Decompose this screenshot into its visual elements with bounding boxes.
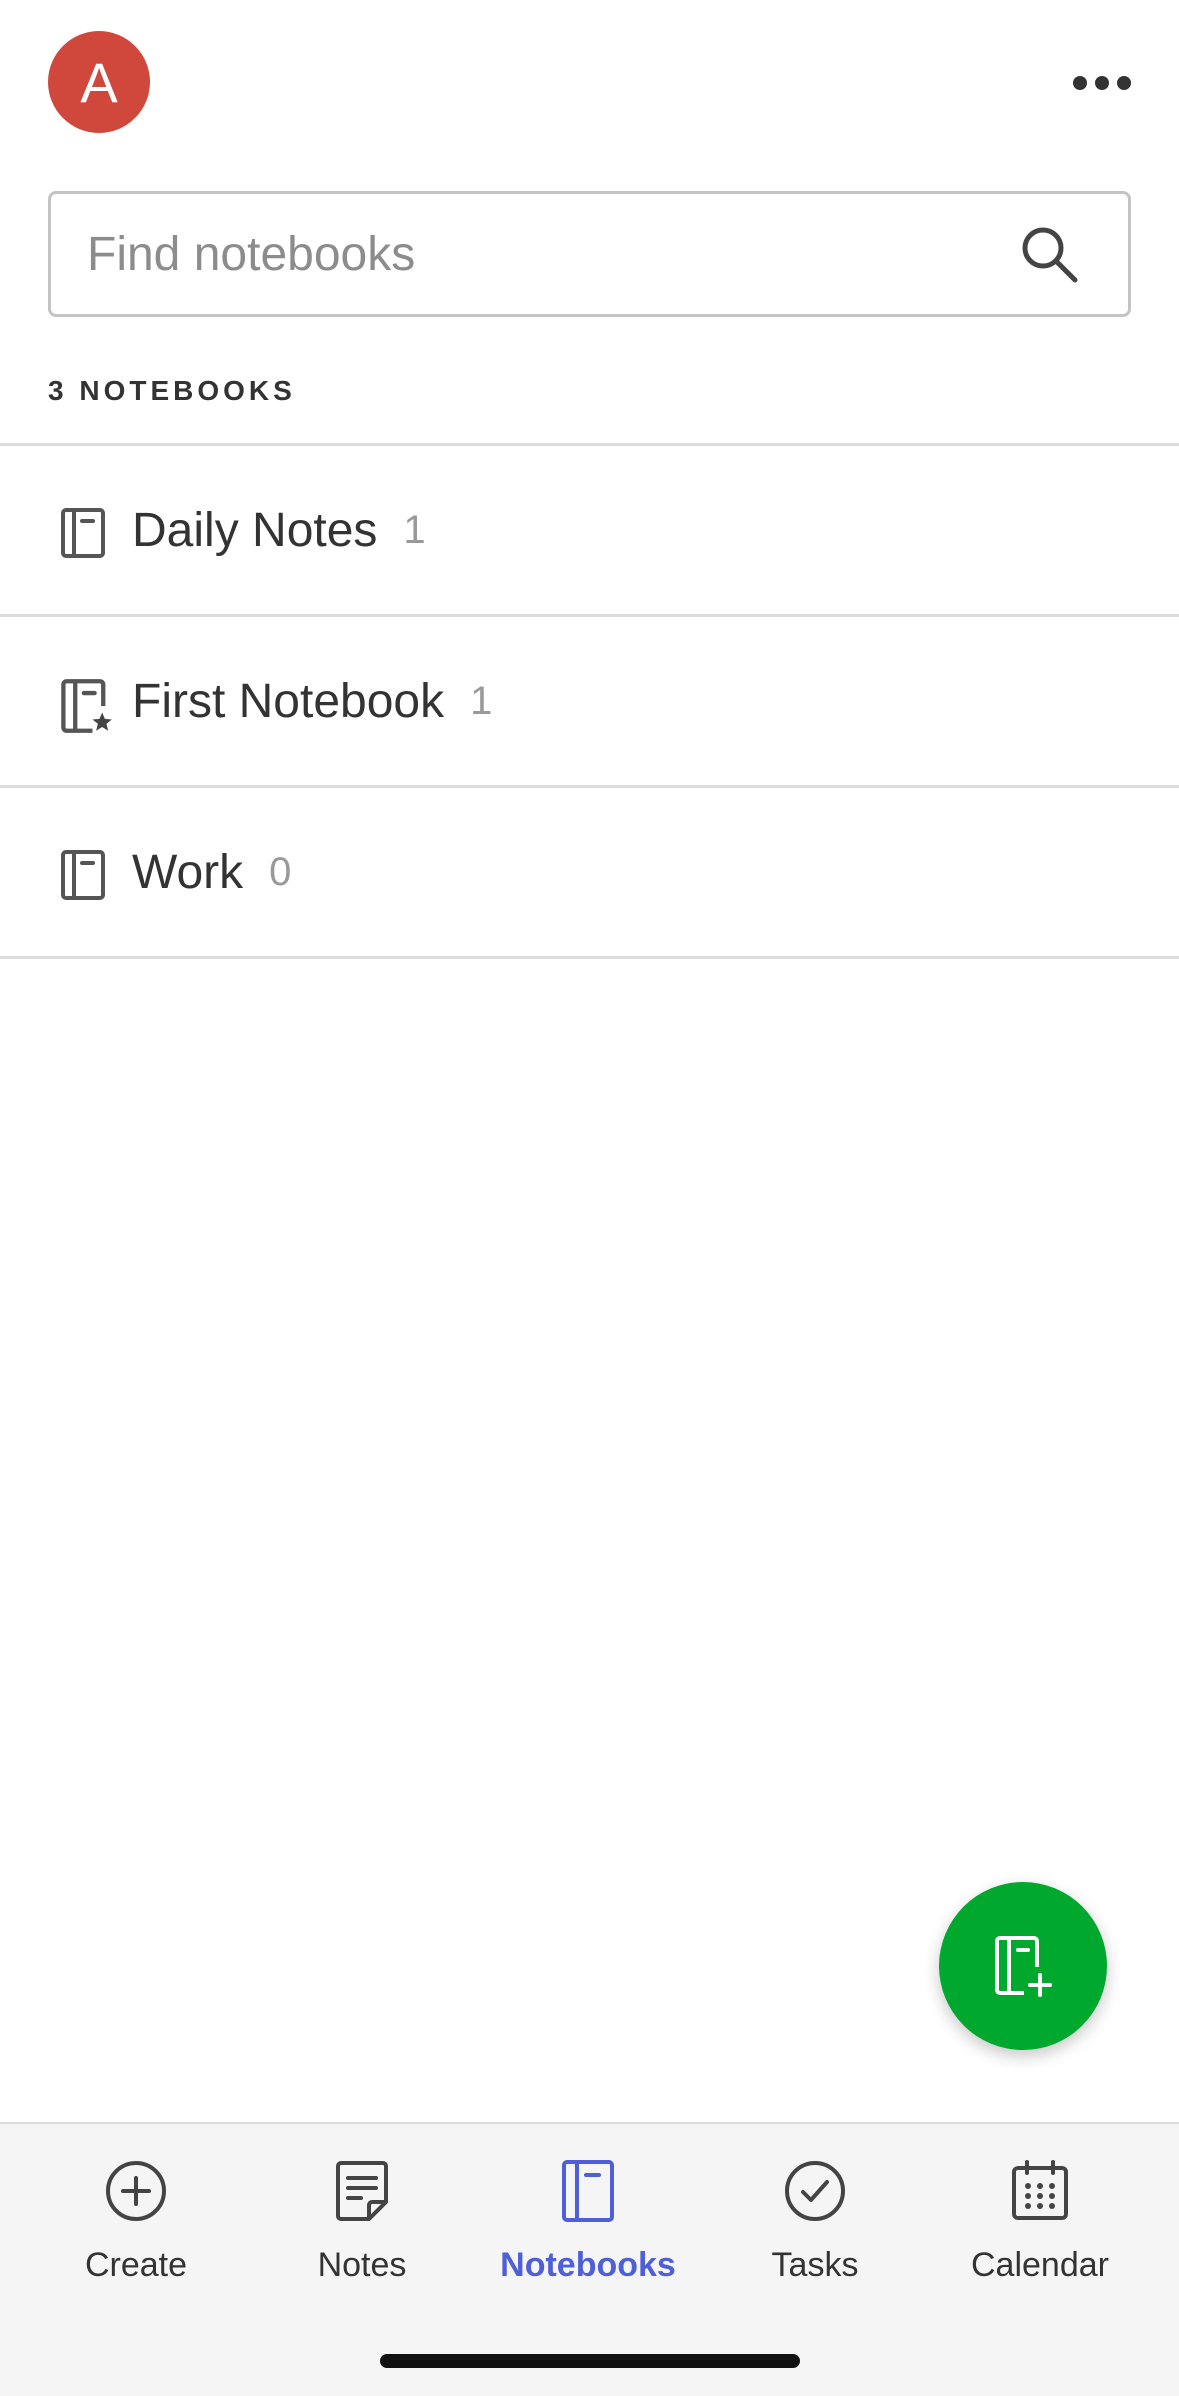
nav-label: Notebooks — [500, 2246, 676, 2284]
home-indicator — [380, 2354, 800, 2368]
search-icon[interactable] — [1019, 224, 1079, 284]
nav-label: Tasks — [771, 2246, 859, 2284]
notebook-list: Daily Notes 1 First Notebook 1 Work 0 — [0, 443, 1179, 959]
note-count: 1 — [470, 678, 493, 723]
notebooks-screen: A 3 NOTEBOOKS Daily Notes 1 — [0, 0, 1179, 2396]
nav-label: Create — [84, 2246, 188, 2284]
more-horizontal-icon — [1073, 76, 1131, 90]
note-count: 1 — [403, 507, 426, 552]
nav-item-tasks[interactable]: Tasks — [715, 2158, 915, 2308]
notebook-icon — [562, 2160, 614, 2222]
notebook-icon — [61, 850, 105, 900]
list-item-label: First Notebook 1 — [132, 617, 492, 785]
new-notebook-button[interactable] — [939, 1882, 1107, 2050]
search-box — [48, 191, 1131, 317]
list-item[interactable]: First Notebook 1 — [0, 617, 1179, 788]
nav-item-notebooks[interactable]: Notebooks — [488, 2158, 688, 2308]
plus-circle-icon — [106, 2161, 166, 2221]
check-circle-icon — [785, 2161, 845, 2221]
nav-label: Calendar — [971, 2246, 1109, 2284]
notebook-icon — [61, 508, 105, 558]
search-input[interactable] — [87, 194, 987, 314]
avatar-letter: A — [80, 50, 118, 114]
notebook-name: First Notebook — [132, 674, 445, 728]
notebook-name: Daily Notes — [132, 503, 378, 557]
calendar-icon — [1012, 2160, 1068, 2220]
list-item-label: Work 0 — [132, 788, 291, 956]
nav-item-calendar[interactable]: Calendar — [940, 2158, 1140, 2308]
nav-item-notes[interactable]: Notes — [262, 2158, 462, 2308]
avatar[interactable]: A — [48, 31, 150, 133]
list-item[interactable]: Work 0 — [0, 788, 1179, 959]
note-icon — [336, 2161, 388, 2221]
notebook-default-star-icon — [61, 679, 112, 733]
nav-label: Notes — [317, 2246, 407, 2284]
new-notebook-icon — [995, 1936, 1052, 1997]
notebook-name: Work — [132, 845, 244, 899]
list-item-label: Daily Notes 1 — [132, 446, 426, 614]
list-item[interactable]: Daily Notes 1 — [0, 446, 1179, 617]
more-button[interactable] — [1060, 52, 1144, 114]
notebook-count-heading: 3 NOTEBOOKS — [48, 375, 296, 406]
note-count: 0 — [269, 849, 292, 894]
nav-item-create[interactable]: Create — [36, 2158, 236, 2308]
